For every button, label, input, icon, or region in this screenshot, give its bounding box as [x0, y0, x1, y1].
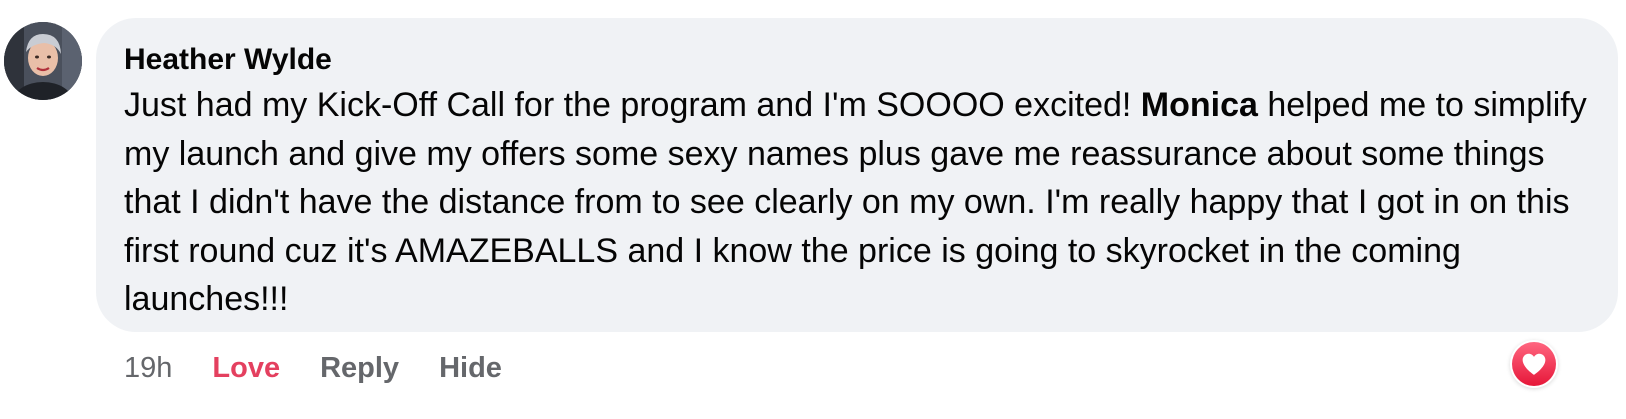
reply-button[interactable]: Reply: [320, 352, 399, 385]
comment-text: Just had my Kick-Off Call for the progra…: [124, 81, 1590, 324]
comment-author[interactable]: Heather Wylde: [124, 40, 1590, 80]
avatar-image: [4, 22, 82, 100]
mention-link[interactable]: Monica: [1141, 86, 1258, 124]
comment-bubble: Heather Wylde Just had my Kick-Off Call …: [96, 18, 1618, 332]
hide-button[interactable]: Hide: [439, 352, 502, 385]
comment-timestamp[interactable]: 19h: [124, 352, 172, 385]
reaction-badge[interactable]: [1510, 340, 1558, 388]
comment-text-part1: Just had my Kick-Off Call for the progra…: [124, 86, 1141, 124]
heart-icon: [1512, 342, 1556, 386]
comment-actions: 19h Love Reply Hide: [124, 348, 502, 388]
comment: Heather Wylde Just had my Kick-Off Call …: [0, 0, 1626, 419]
avatar[interactable]: [4, 22, 82, 100]
love-button[interactable]: Love: [212, 352, 280, 385]
